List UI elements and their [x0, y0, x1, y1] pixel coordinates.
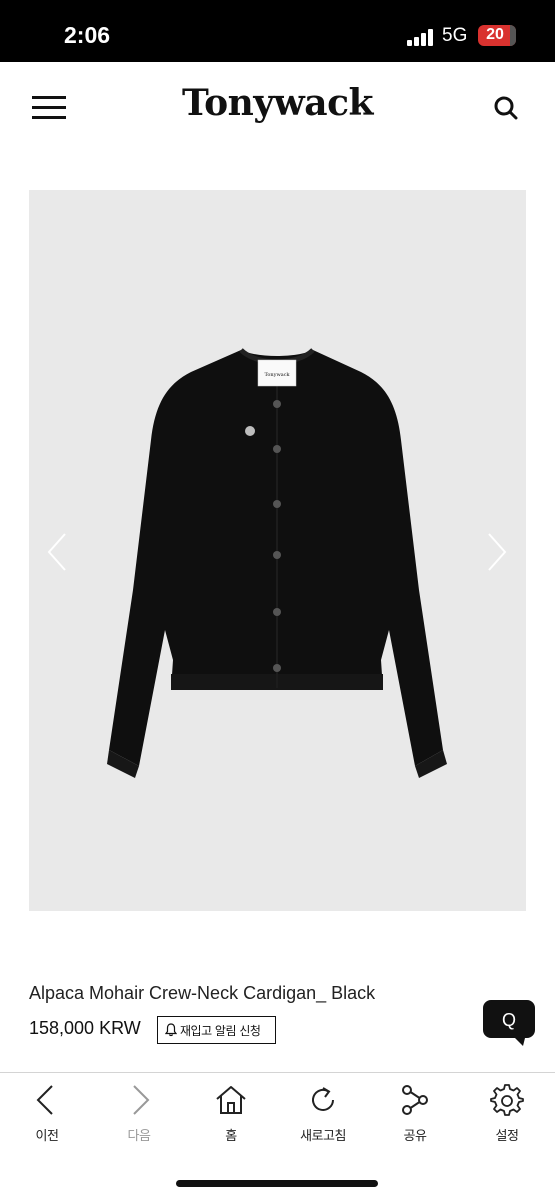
- site-header: Tonywack: [0, 62, 555, 150]
- status-time: 2:06: [64, 22, 111, 48]
- refresh-icon: [312, 1087, 334, 1111]
- toolbar-settings-button[interactable]: 설정: [472, 1083, 542, 1145]
- toolbar-forward-label: 다음: [127, 1129, 151, 1144]
- toolbar-refresh-button[interactable]: 새로고침: [288, 1083, 358, 1145]
- toolbar-back-button[interactable]: 이전: [12, 1083, 82, 1145]
- toolbar-forward-button[interactable]: 다음: [104, 1083, 174, 1145]
- battery-icon: 20: [478, 25, 516, 46]
- restock-alert-label: 재입고 알림 신청: [180, 1023, 261, 1038]
- toolbar-home-button[interactable]: 홈: [196, 1083, 266, 1145]
- qna-label: Q: [502, 1010, 516, 1030]
- toolbar-back-label: 이전: [35, 1129, 59, 1144]
- product-name: Alpaca Mohair Crew-Neck Cardigan_ Black: [29, 983, 376, 1003]
- qna-chat-button[interactable]: Q: [483, 1000, 535, 1046]
- toolbar-home-label: 홈: [225, 1129, 237, 1144]
- battery-level: 20: [486, 26, 504, 43]
- chevron-right-icon[interactable]: [481, 530, 511, 574]
- brand-logo[interactable]: Tonywack: [0, 82, 555, 124]
- product-image-gallery[interactable]: Tonywack: [29, 190, 526, 911]
- home-indicator[interactable]: [176, 1180, 378, 1187]
- signal-strength-icon: [407, 28, 435, 46]
- home-icon: [216, 1086, 246, 1114]
- toolbar-share-label: 공유: [403, 1129, 427, 1144]
- restock-alert-button[interactable]: 재입고 알림 신청: [157, 1016, 276, 1044]
- gear-icon: [490, 1084, 524, 1116]
- share-icon: [402, 1085, 428, 1115]
- toolbar-settings-label: 설정: [495, 1129, 519, 1144]
- product-image: Tonywack: [107, 348, 447, 778]
- back-arrow-icon: [36, 1085, 53, 1115]
- network-type: 5G: [442, 25, 468, 46]
- search-icon[interactable]: [490, 92, 522, 124]
- toolbar-refresh-label: 새로고침: [300, 1129, 346, 1144]
- product-price: 158,000 KRW: [29, 1018, 141, 1038]
- bell-icon: [165, 1023, 177, 1037]
- status-bar: 2:06 5G 20: [0, 0, 555, 62]
- chevron-left-icon[interactable]: [43, 530, 73, 574]
- forward-arrow-icon: [133, 1085, 150, 1115]
- toolbar-share-button[interactable]: 공유: [380, 1083, 450, 1145]
- garment-label-text: Tonywack: [264, 372, 290, 378]
